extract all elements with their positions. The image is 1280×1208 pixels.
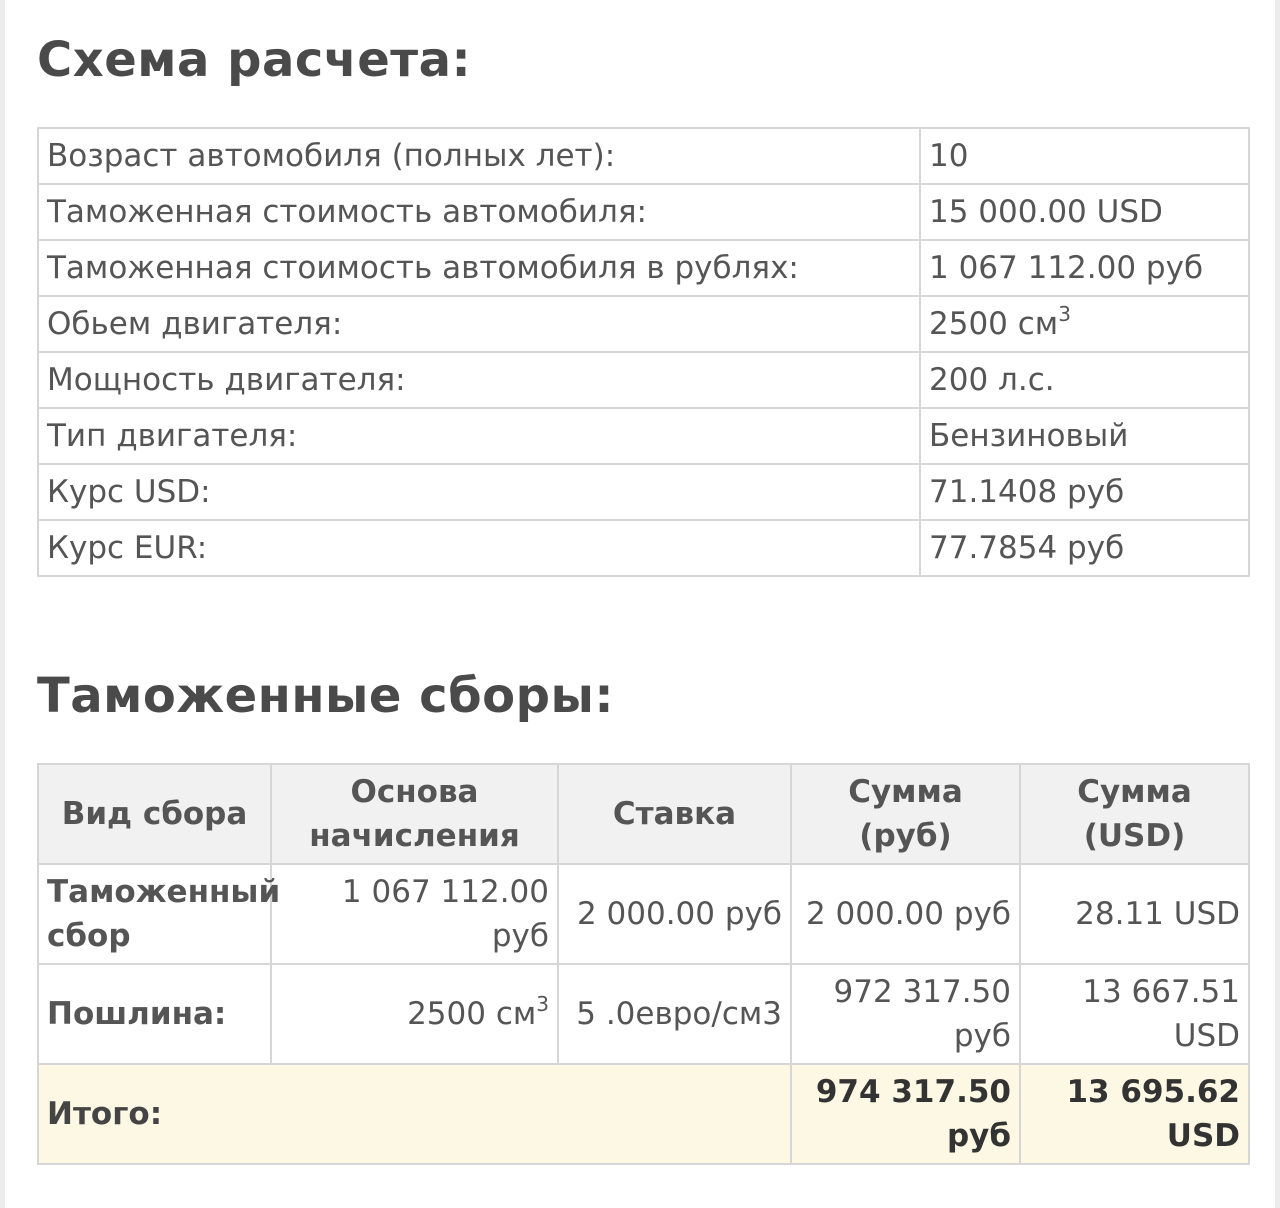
superscript: 3 bbox=[1058, 301, 1071, 326]
calc-scheme-title: Схема расчета: bbox=[37, 32, 472, 88]
row-value: 1 067 112.00 руб bbox=[919, 239, 1250, 297]
fee-type: Пошлина: bbox=[37, 963, 272, 1065]
table-row: Курс EUR: 77.7854 руб bbox=[37, 519, 1250, 577]
row-label: Обьем двигателя: bbox=[37, 295, 921, 353]
row-label: Мощность двигателя: bbox=[37, 351, 921, 409]
superscript: 3 bbox=[536, 991, 549, 1016]
customs-fees-table: Вид сбора Основа начисления Ставка Сумма… bbox=[37, 763, 1250, 1165]
header-base: Основа начисления bbox=[270, 763, 559, 865]
fee-base: 2500 см3 bbox=[270, 963, 559, 1065]
table-row: Мощность двигателя: 200 л.с. bbox=[37, 351, 1250, 409]
row-label: Курс USD: bbox=[37, 463, 921, 521]
table-row: Пошлина: 2500 см3 5 .0евро/см3 972 317.5… bbox=[37, 963, 1250, 1065]
table-header-row: Вид сбора Основа начисления Ставка Сумма… bbox=[37, 763, 1250, 865]
header-sum-usd: Сумма (USD) bbox=[1019, 763, 1250, 865]
table-row: Тип двигателя: Бензиновый bbox=[37, 407, 1250, 465]
row-label: Курс EUR: bbox=[37, 519, 921, 577]
fee-sum-rub: 2 000.00 руб bbox=[790, 863, 1021, 965]
fee-sum-usd: 13 667.51 USD bbox=[1019, 963, 1250, 1065]
total-label: Итого: bbox=[37, 1063, 792, 1165]
page-right-edge bbox=[1275, 0, 1280, 1208]
fee-rate: 5 .0евро/см3 bbox=[557, 963, 792, 1065]
fee-rate: 2 000.00 руб bbox=[557, 863, 792, 965]
row-label: Таможенная стоимость автомобиля: bbox=[37, 183, 921, 241]
header-fee-type: Вид сбора bbox=[37, 763, 272, 865]
fee-sum-usd: 28.11 USD bbox=[1019, 863, 1250, 965]
fee-type: Таможенный сбор bbox=[37, 863, 280, 965]
row-value: 200 л.с. bbox=[919, 351, 1250, 409]
table-row: Таможенная стоимость автомобиля в рублях… bbox=[37, 239, 1250, 297]
table-row: Возраст автомобиля (полных лет): 10 bbox=[37, 127, 1250, 185]
row-label: Таможенная стоимость автомобиля в рублях… bbox=[37, 239, 921, 297]
header-rate: Ставка bbox=[557, 763, 792, 865]
duty-base-value: 2500 см bbox=[407, 996, 537, 1032]
fee-base: 1 067 112.00 руб bbox=[270, 863, 559, 965]
calc-scheme-table: Возраст автомобиля (полных лет): 10 Тамо… bbox=[37, 127, 1250, 577]
total-sum-rub: 974 317.50 руб bbox=[790, 1063, 1021, 1165]
customs-fees-title: Таможенные сборы: bbox=[37, 668, 615, 724]
row-value: 71.1408 руб bbox=[919, 463, 1250, 521]
page-left-edge bbox=[0, 0, 5, 1208]
header-sum-rub: Сумма (руб) bbox=[790, 763, 1021, 865]
total-row: Итого: 974 317.50 руб 13 695.62 USD bbox=[37, 1063, 1250, 1165]
total-sum-usd: 13 695.62 USD bbox=[1019, 1063, 1250, 1165]
table-row: Таможенный сбор 1 067 112.00 руб 2 000.0… bbox=[37, 863, 1250, 965]
row-value: 15 000.00 USD bbox=[919, 183, 1250, 241]
row-label: Тип двигателя: bbox=[37, 407, 921, 465]
row-value: 2500 см3 bbox=[919, 295, 1250, 353]
table-row: Таможенная стоимость автомобиля: 15 000.… bbox=[37, 183, 1250, 241]
row-value: 77.7854 руб bbox=[919, 519, 1250, 577]
engine-volume-value: 2500 см bbox=[929, 306, 1059, 342]
table-row: Обьем двигателя: 2500 см3 bbox=[37, 295, 1250, 353]
row-value: Бензиновый bbox=[919, 407, 1250, 465]
fee-sum-rub: 972 317.50 руб bbox=[790, 963, 1021, 1065]
row-label: Возраст автомобиля (полных лет): bbox=[37, 127, 921, 185]
row-value: 10 bbox=[919, 127, 1250, 185]
table-row: Курс USD: 71.1408 руб bbox=[37, 463, 1250, 521]
